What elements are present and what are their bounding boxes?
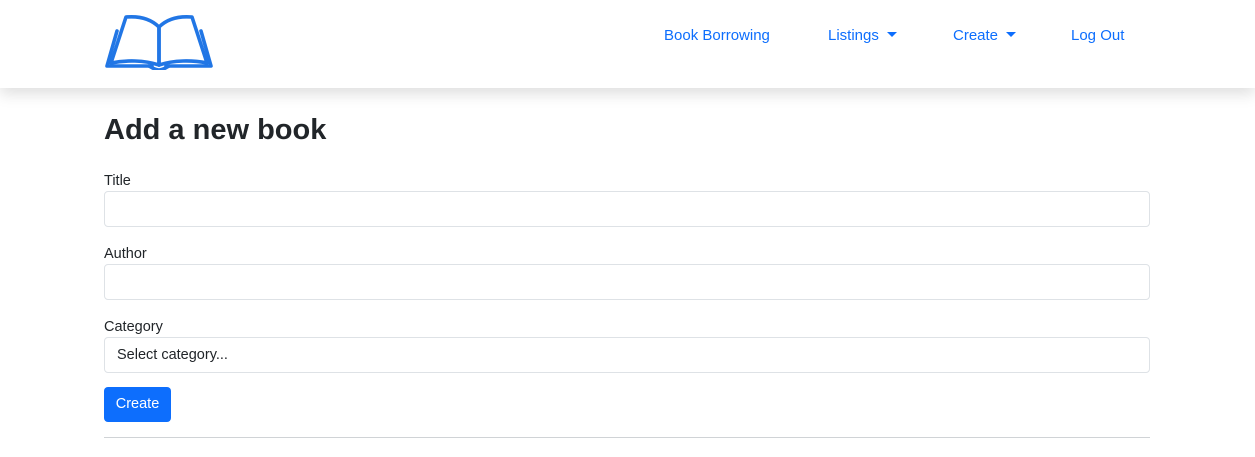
create-button[interactable]: Create	[104, 387, 171, 422]
nav-listings-label: Listings	[828, 27, 879, 44]
title-label: Title	[104, 173, 131, 189]
nav-log-out[interactable]: Log Out	[1071, 26, 1124, 46]
nav-create-label: Create	[953, 27, 999, 44]
category-select[interactable]: Select category...	[104, 337, 1150, 373]
title-input[interactable]	[104, 191, 1150, 227]
divider	[104, 437, 1150, 438]
open-book-icon[interactable]	[104, 14, 214, 70]
caret-down-icon	[1006, 32, 1017, 37]
author-input[interactable]	[104, 264, 1150, 300]
nav-create-dropdown[interactable]: Create	[953, 26, 1017, 46]
navbar: Book Borrowing Listings Create Log Out	[0, 0, 1255, 88]
nav-listings-dropdown[interactable]: Listings	[828, 26, 897, 46]
page-title: Add a new book	[104, 114, 327, 146]
caret-down-icon	[886, 32, 897, 37]
category-label: Category	[104, 319, 163, 335]
category-select-value: Select category...	[117, 347, 228, 363]
nav-book-borrowing-label: Book Borrowing	[664, 27, 770, 44]
nav-log-out-label: Log Out	[1071, 27, 1125, 44]
author-label: Author	[104, 246, 147, 262]
nav-book-borrowing[interactable]: Book Borrowing	[664, 26, 770, 46]
